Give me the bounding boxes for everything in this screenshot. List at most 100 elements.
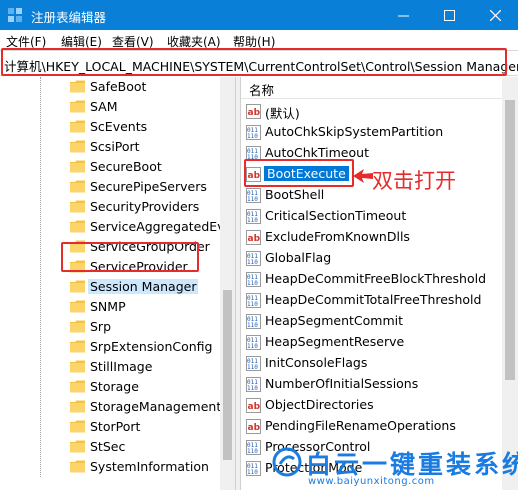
string-value-icon: ab <box>246 104 261 119</box>
value-highlight-box <box>244 159 354 187</box>
close-icon <box>489 9 501 21</box>
address-highlight-box <box>1 48 507 76</box>
value-item[interactable]: 011 110 CriticalSectionTimeout <box>246 206 511 227</box>
tree-item[interactable]: SrpExtensionConfig <box>70 337 235 357</box>
minimize-button[interactable] <box>380 0 426 30</box>
tree-item[interactable]: SecurePipeServers <box>70 177 235 197</box>
tree-item-label: SNMP <box>90 299 126 314</box>
tree-item[interactable]: SecurityProviders <box>70 197 235 217</box>
tree-item[interactable]: SNMP <box>70 297 235 317</box>
tree-item-label: SAM <box>90 99 118 114</box>
value-item[interactable]: 011 110 AutoChkSkipSystemPartition <box>246 122 511 143</box>
folder-icon <box>70 180 85 193</box>
window-title: 注册表编辑器 <box>31 10 107 25</box>
value-item-label: InitConsoleFlags <box>265 355 368 370</box>
tree-item[interactable]: Session Manager <box>70 277 235 297</box>
folder-icon <box>70 140 85 153</box>
tree-item-label: SystemInformation <box>90 459 209 474</box>
binary-value-icon: 011110 <box>246 272 261 287</box>
values-scrollbar-thumb[interactable] <box>505 100 515 380</box>
tree-item[interactable]: SafeBoot <box>70 77 235 97</box>
tree-item[interactable]: ServiceAggregatedEve <box>70 217 235 237</box>
minimize-icon <box>397 15 409 16</box>
tree-item[interactable]: Srp <box>70 317 235 337</box>
folder-icon <box>70 300 85 313</box>
svg-text:110: 110 <box>247 217 258 224</box>
value-item[interactable]: ab ExcludeFromKnownDlls <box>246 227 511 248</box>
svg-text:110: 110 <box>247 448 258 455</box>
value-item-label: HeapDeCommitTotalFreeThreshold <box>265 292 482 307</box>
annotation-arrow-icon <box>353 169 373 183</box>
binary-value-icon: 011110 <box>246 188 261 203</box>
svg-text:110: 110 <box>247 280 258 287</box>
tree-item[interactable]: SecureBoot <box>70 157 235 177</box>
value-item-label: BootShell <box>265 187 325 202</box>
value-item[interactable]: 011 110 HeapSegmentReserve <box>246 332 511 353</box>
binary-value-icon: 011110 <box>246 356 261 371</box>
svg-text:110: 110 <box>247 385 258 392</box>
tree-item-label: StorageManagement <box>90 399 222 414</box>
tree-item-label: SecurityProviders <box>90 199 200 214</box>
svg-text:ab: ab <box>248 234 261 244</box>
value-item-label: HeapDeCommitFreeBlockThreshold <box>265 271 487 286</box>
svg-text:110: 110 <box>247 322 258 329</box>
folder-icon <box>70 400 85 413</box>
tree-item-label: StillImage <box>90 359 153 374</box>
value-item-label: AutoChkTimeout <box>265 145 369 160</box>
values-list: 名称 ab (默认) 011 110 AutoChkSkipSystemPartitio… <box>241 77 518 490</box>
binary-value-icon: 011110 <box>246 377 261 392</box>
folder-icon <box>70 440 85 453</box>
svg-text:110: 110 <box>247 259 258 266</box>
tree-item[interactable]: SAM <box>70 97 235 117</box>
tree-item[interactable]: StillImage <box>70 357 235 377</box>
value-item-label: ObjectDirectories <box>265 397 374 412</box>
value-item[interactable]: 011 110 InitConsoleFlags <box>246 353 511 374</box>
binary-value-icon: 011110 <box>246 314 261 329</box>
tree-scrollbar-thumb[interactable] <box>223 290 232 460</box>
close-button[interactable] <box>472 0 518 30</box>
tree-item[interactable]: SystemInformation <box>70 457 235 477</box>
tree-item[interactable]: StorageManagement <box>70 397 235 417</box>
tree-item[interactable]: ScsiPort <box>70 137 235 157</box>
tree-item[interactable]: Storage <box>70 377 235 397</box>
value-item-label: CriticalSectionTimeout <box>265 208 407 223</box>
tree-item-label: Srp <box>90 319 112 334</box>
tree-item[interactable]: ScEvents <box>70 117 235 137</box>
watermark-url: www.baiyunxitong.com <box>308 476 435 487</box>
value-item[interactable]: ab PendingFileRenameOperations <box>246 416 511 437</box>
tree-connector-line <box>40 77 41 477</box>
value-item[interactable]: 011 110 HeapSegmentCommit <box>246 311 511 332</box>
value-item[interactable]: 011 110 HeapDeCommitFreeBlockThreshold <box>246 269 511 290</box>
svg-text:110: 110 <box>247 133 258 140</box>
binary-value-icon: 011110 <box>246 461 261 476</box>
folder-icon <box>70 460 85 473</box>
column-header-name[interactable]: 名称 <box>241 77 518 99</box>
folder-icon <box>70 160 85 173</box>
folder-icon <box>70 360 85 373</box>
folder-icon <box>70 80 85 93</box>
maximize-icon <box>443 9 455 21</box>
string-value-icon: ab <box>246 419 261 434</box>
column-header-label: 名称 <box>249 83 275 98</box>
folder-icon <box>70 200 85 213</box>
value-item[interactable]: 011 110 NumberOfInitialSessions <box>246 374 511 395</box>
value-item-label: ExcludeFromKnownDlls <box>265 229 410 244</box>
maximize-button[interactable] <box>426 0 472 30</box>
folder-icon <box>70 280 85 293</box>
annotation-text: 双击打开 <box>372 169 456 193</box>
value-item-label: NumberOfInitialSessions <box>265 376 419 391</box>
tree-item-label: ScsiPort <box>90 139 140 154</box>
value-item[interactable]: ab ObjectDirectories <box>246 395 511 416</box>
tree-item-label: ScEvents <box>90 119 148 134</box>
tree-item[interactable]: StSec <box>70 437 235 457</box>
watermark-logo-icon <box>272 447 302 477</box>
binary-value-icon: 011110 <box>246 125 261 140</box>
value-item-label: HeapSegmentCommit <box>265 313 404 328</box>
value-item-label: AutoChkSkipSystemPartition <box>265 124 444 139</box>
folder-icon <box>70 320 85 333</box>
folder-icon <box>70 340 85 353</box>
value-item[interactable]: 011 110 GlobalFlag <box>246 248 511 269</box>
value-item[interactable]: ab (默认) <box>246 101 511 122</box>
value-item[interactable]: 011 110 HeapDeCommitTotalFreeThreshold <box>246 290 511 311</box>
tree-item[interactable]: StorPort <box>70 417 235 437</box>
